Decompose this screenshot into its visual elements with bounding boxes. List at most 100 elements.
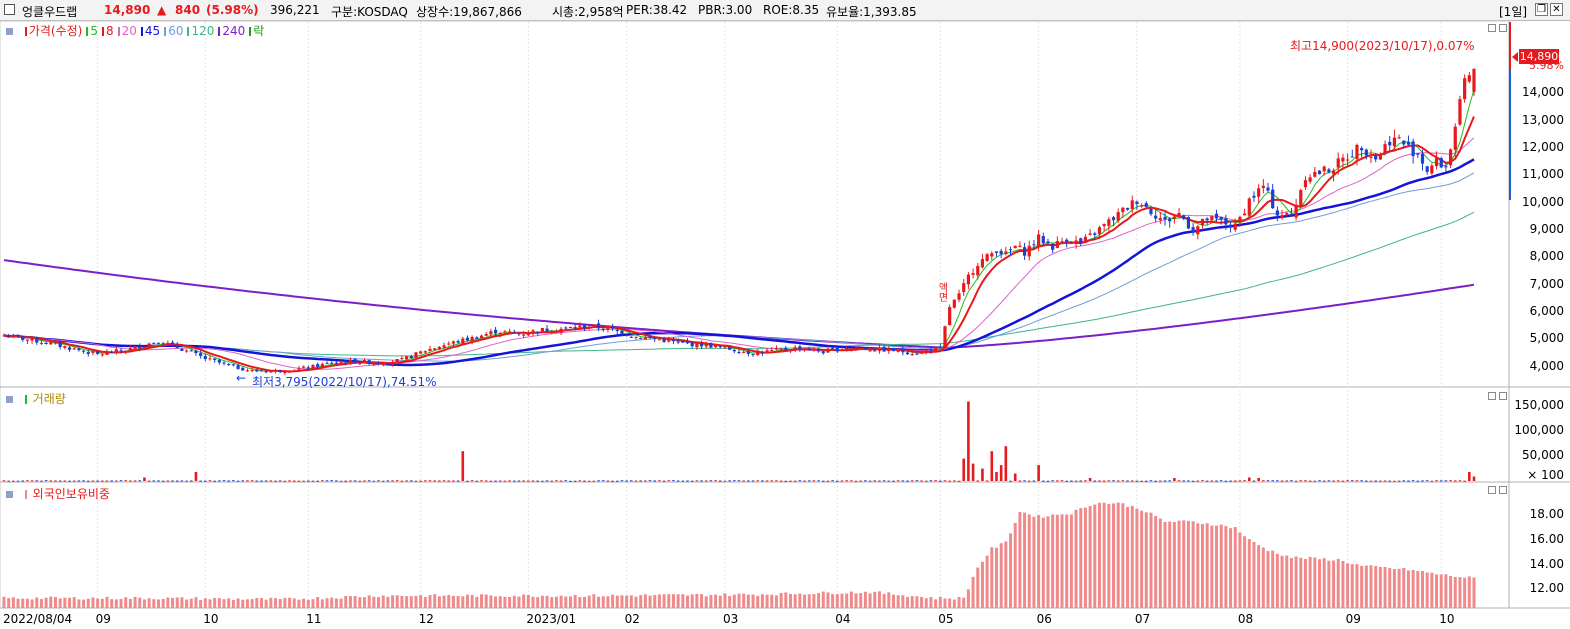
volume-bar xyxy=(171,480,174,482)
foreign-bar xyxy=(948,598,952,608)
volume-bar xyxy=(887,480,891,482)
candle-body xyxy=(250,370,254,372)
volume-bar xyxy=(1388,480,1392,482)
foreign-bar xyxy=(39,599,43,608)
volume-bar xyxy=(597,480,600,482)
candle-body xyxy=(821,351,825,354)
ma45-line xyxy=(3,158,1475,367)
legend-marker xyxy=(24,27,27,36)
candle-body xyxy=(971,273,975,275)
foreign-bar xyxy=(1219,524,1223,608)
candle-body xyxy=(400,357,404,359)
volume-bar xyxy=(812,480,816,482)
candle-body xyxy=(470,337,474,342)
panel-maximize-icon[interactable] xyxy=(1499,392,1507,400)
volume-bar xyxy=(1280,480,1284,482)
volume-bar xyxy=(302,480,305,482)
foreign-bar xyxy=(114,599,118,608)
foreign-bar xyxy=(1247,539,1251,608)
candle-body xyxy=(175,344,179,349)
foreign-bar xyxy=(1472,577,1476,608)
volume-bar xyxy=(255,480,259,482)
y-tick-label: 8,000 xyxy=(1529,249,1564,264)
foreign-bar xyxy=(1144,512,1148,608)
volume-bar xyxy=(704,480,708,482)
candle-body xyxy=(1135,201,1139,205)
candle-body xyxy=(1205,218,1209,221)
foreign-bar xyxy=(475,596,479,608)
foreign-bar xyxy=(723,593,727,608)
volume-bar xyxy=(1383,480,1387,482)
candle-body xyxy=(887,348,891,352)
candle-body xyxy=(952,299,956,308)
foreign-bar xyxy=(522,594,526,608)
foreign-bar xyxy=(489,595,493,608)
foreign-bar xyxy=(578,597,582,608)
volume-bar xyxy=(840,480,844,482)
y-tick-label: 12,000 xyxy=(1522,139,1564,154)
foreign-bar xyxy=(662,594,666,608)
ma8-line xyxy=(3,116,1475,373)
legend-marker xyxy=(86,27,89,36)
candle-body xyxy=(1154,215,1158,219)
candle-body xyxy=(620,330,624,335)
volume-bar xyxy=(1093,480,1097,482)
candle-body xyxy=(1140,205,1144,207)
candle-body xyxy=(550,331,554,333)
candle-body xyxy=(784,347,788,351)
candle-body xyxy=(30,338,34,341)
candle-body xyxy=(873,350,877,352)
panel-minimize-icon[interactable] xyxy=(1488,24,1496,32)
foreign-bar xyxy=(1215,525,1219,608)
candle-body xyxy=(765,350,769,353)
volume-bar xyxy=(662,480,666,482)
volume-bar xyxy=(915,480,919,482)
candle-body xyxy=(437,347,441,350)
volume-bar xyxy=(213,480,216,482)
candle-body xyxy=(1172,216,1176,219)
panel-maximize-icon[interactable] xyxy=(1499,24,1507,32)
volume-bar xyxy=(480,480,483,482)
foreign-bar xyxy=(1233,527,1237,608)
volume-bar xyxy=(35,480,39,482)
panel-minimize-icon[interactable] xyxy=(1488,486,1496,494)
foreign-bar xyxy=(976,567,980,608)
candle-body xyxy=(723,346,727,348)
foreign-bar xyxy=(676,594,680,608)
foreign-bar xyxy=(1229,528,1233,608)
volume-bar xyxy=(297,480,301,482)
candle-body xyxy=(625,334,629,336)
volume-bar xyxy=(1168,480,1172,482)
foreign-bar xyxy=(1116,502,1120,608)
volume-bar xyxy=(395,480,399,482)
candle-body xyxy=(948,307,952,326)
volume-bar xyxy=(620,480,624,482)
foreign-bar xyxy=(152,599,156,608)
volume-legend: 거래량 xyxy=(6,390,66,407)
candle-body xyxy=(732,349,736,352)
volume-bar xyxy=(1308,480,1312,482)
ma120-line xyxy=(3,211,1475,357)
panel-maximize-icon[interactable] xyxy=(1499,486,1507,494)
foreign-bar xyxy=(1261,547,1265,608)
volume-bar xyxy=(1041,480,1045,482)
panel-minimize-icon[interactable] xyxy=(1488,392,1496,400)
candle-body xyxy=(156,342,161,344)
foreign-bar xyxy=(1093,504,1097,608)
candle-body xyxy=(615,329,619,331)
candle-body xyxy=(835,347,839,352)
foreign-bar xyxy=(302,598,306,608)
foreign-bar xyxy=(203,598,207,608)
foreign-bar xyxy=(480,594,484,608)
candle-body xyxy=(1327,169,1331,173)
foreign-bar xyxy=(325,598,329,608)
volume-bar xyxy=(405,480,408,482)
volume-bar xyxy=(204,480,207,482)
volume-bar xyxy=(836,480,839,482)
candle-body xyxy=(657,339,662,341)
foreign-bar xyxy=(1332,560,1336,608)
foreign-bar xyxy=(1018,511,1022,608)
foreign-bar xyxy=(625,595,629,608)
foreign-bar xyxy=(391,595,395,608)
candle-body xyxy=(1406,142,1411,145)
